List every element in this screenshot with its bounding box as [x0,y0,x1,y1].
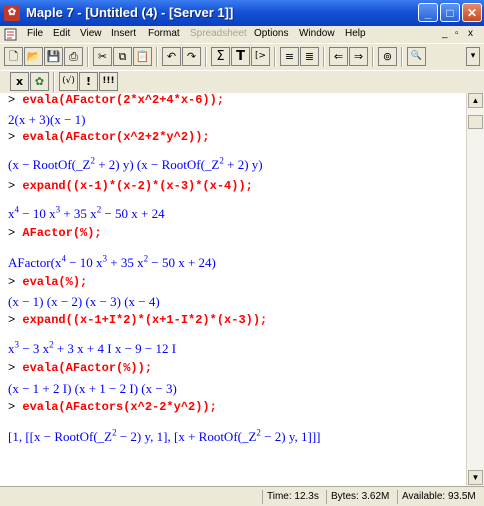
input-line[interactable]: > expand((x-1+I*2)*(x+1-I*2)*(x-3)); [8,313,267,327]
open-icon[interactable]: 📂 [24,47,43,66]
sum-icon[interactable]: Σ [211,47,230,66]
input-line[interactable]: > evala(AFactor(%)); [8,361,152,375]
scroll-down-icon[interactable]: ▼ [468,470,483,485]
menu-window[interactable]: Window [299,28,335,39]
main-toolbar: 🗋 📂 💾 ⎙ ✂ ⧉ 📋 ↶ ↷ Σ T [> ≡ ≣ ⇐ ⇒ ⊚ 🔍 ▾ [0,43,484,71]
prompt: > [8,361,16,375]
menu-help[interactable]: Help [345,28,366,39]
output-line: x3 − 3 x2 + 3 x + 4 I x − 9 − 12 I [8,339,177,356]
magnify-icon[interactable]: 🔍 [407,47,426,66]
worksheet[interactable]: > evala(AFactor(2*x^2+4*x-6)); 2(x + 3)(… [0,93,466,486]
status-time: Time: 12.3s [262,490,319,504]
save-icon[interactable]: 💾 [44,47,63,66]
prompt: > [8,179,16,193]
forward-icon[interactable]: ⇒ [349,47,368,66]
output-line: (x − 1 + 2 I) (x + 1 − 2 I) (x − 3) [8,381,177,396]
input-text[interactable]: evala(AFactor(2*x^2+4*x-6)); [22,93,224,107]
minimize-icon[interactable]: _ [418,3,438,22]
new-icon[interactable]: 🗋 [4,47,23,66]
vertical-scrollbar[interactable]: ▲ ▼ [466,93,484,486]
title-bar[interactable]: ✿ Maple 7 - [Untitled (4) - [Server 1]] … [0,0,484,26]
back-icon[interactable]: ⇐ [329,47,348,66]
toolbar-separator [401,47,403,67]
prompt: > [8,226,16,240]
input-text[interactable]: evala(AFactor(%)); [22,361,152,375]
input-text[interactable]: AFactor(%); [22,226,101,240]
input-text[interactable]: evala(AFactor(x^2+2*y^2)); [22,130,209,144]
redo-icon[interactable]: ↷ [182,47,201,66]
menu-spreadsheet[interactable]: Spreadsheet [190,28,247,39]
toolbar-separator [205,47,207,67]
input-line[interactable]: > AFactor(%); [8,226,102,240]
scroll-up-icon[interactable]: ▲ [468,93,483,108]
toolbar-dropdown-icon[interactable]: ▾ [466,47,480,66]
context-toolbar: x ✿ (√) ! !!! [0,70,484,94]
mdi-close-button[interactable]: x [468,28,473,39]
menu-format[interactable]: Format [148,28,180,39]
maple-input-icon[interactable]: x [10,72,29,91]
maple-leaf-icon[interactable]: ✿ [4,5,20,21]
output-line: (x − RootOf(_Z2 + 2) y) (x − RootOf(_Z2 … [8,155,263,172]
status-bar: Time: 12.3s Bytes: 3.62M Available: 93.5… [0,486,484,506]
menu-options[interactable]: Options [254,28,288,39]
mdi-restore-button[interactable]: ▫ [455,28,459,39]
outdent-icon[interactable]: ≣ [300,47,319,66]
prompt: > [8,400,16,414]
prompt-icon[interactable]: [> [251,47,270,66]
print-icon[interactable]: ⎙ [64,47,83,66]
toolbar-separator [156,47,158,67]
toolbar-separator [87,47,89,67]
prompt: > [8,313,16,327]
input-line[interactable]: > evala(AFactors(x^2-2*y^2)); [8,400,217,414]
checkmark-icon[interactable]: (√) [59,72,78,91]
input-text[interactable]: expand((x-1)*(x-2)*(x-3)*(x-4)); [22,179,252,193]
copy-icon[interactable]: ⧉ [113,47,132,66]
output-line: 2(x + 3)(x − 1) [8,112,86,127]
prompt: > [8,130,16,144]
toolbar-separator [323,47,325,67]
window-title: Maple 7 - [Untitled (4) - [Server 1]] [26,5,234,20]
maximize-icon[interactable]: □ [440,3,460,22]
input-text[interactable]: expand((x-1+I*2)*(x+1-I*2)*(x-3)); [22,313,267,327]
indent-icon[interactable]: ≡ [280,47,299,66]
menu-bar: File Edit View Insert Format Spreadsheet… [0,26,484,43]
input-line[interactable]: > evala(AFactor(2*x^2+4*x-6)); [8,93,224,107]
output-line: x4 − 10 x3 + 35 x2 − 50 x + 24 [8,204,165,221]
maple-leaf-tool-icon[interactable]: ✿ [30,72,49,91]
execute-all-icon[interactable]: !!! [99,72,118,91]
execute-icon[interactable]: ! [79,72,98,91]
input-text[interactable]: evala(%); [22,275,87,289]
menu-insert[interactable]: Insert [111,28,136,39]
menu-file[interactable]: File [27,28,43,39]
stop-icon[interactable]: ⊚ [378,47,397,66]
menu-edit[interactable]: Edit [53,28,70,39]
close-icon[interactable]: ✕ [462,3,482,22]
undo-icon[interactable]: ↶ [162,47,181,66]
menu-view[interactable]: View [80,28,102,39]
paste-icon[interactable]: 📋 [133,47,152,66]
input-line[interactable]: > expand((x-1)*(x-2)*(x-3)*(x-4)); [8,179,253,193]
mdi-minimize-button[interactable]: _ [442,28,448,39]
input-line[interactable]: > evala(AFactor(x^2+2*y^2)); [8,130,210,144]
text-icon[interactable]: T [231,47,250,66]
output-line: [1, [[x − RootOf(_Z2 − 2) y, 1], [x + Ro… [8,427,321,444]
prompt: > [8,93,16,107]
input-line[interactable]: > evala(%); [8,275,87,289]
cut-icon[interactable]: ✂ [93,47,112,66]
status-available: Available: 93.5M [397,490,476,504]
output-line: (x − 1) (x − 2) (x − 3) (x − 4) [8,294,160,309]
status-bytes: Bytes: 3.62M [326,490,389,504]
toolbar-separator [372,47,374,67]
scroll-thumb[interactable] [468,115,483,129]
prompt: > [8,275,16,289]
toolbar-separator [53,72,55,92]
input-text[interactable]: evala(AFactors(x^2-2*y^2)); [22,400,216,414]
document-icon[interactable] [4,28,18,41]
output-line: AFactor(x4 − 10 x3 + 35 x2 − 50 x + 24) [8,253,216,270]
toolbar-separator [274,47,276,67]
